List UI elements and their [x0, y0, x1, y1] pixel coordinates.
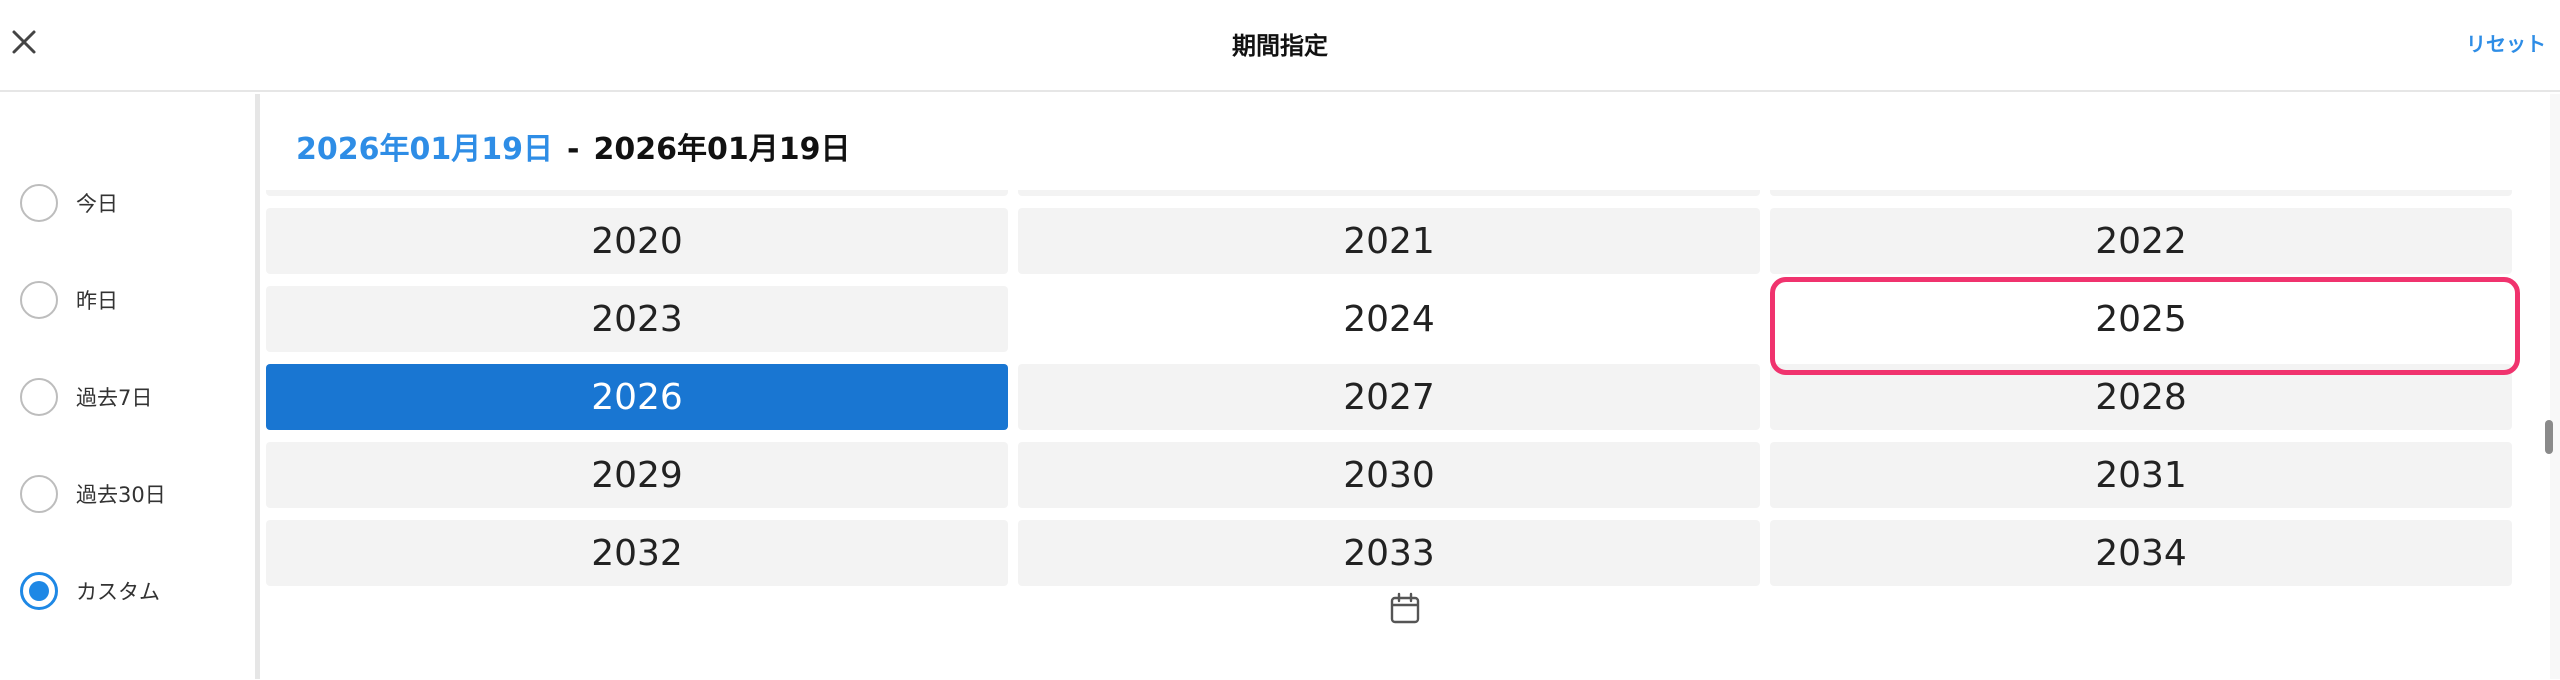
preset-label: 過去7日: [76, 386, 153, 410]
year-cell[interactable]: 2034: [1770, 520, 2512, 586]
page-title: 期間指定: [1232, 32, 1328, 60]
year-cell[interactable]: 2032: [266, 520, 1008, 586]
range-separator: -: [567, 132, 580, 167]
year-cell[interactable]: 2022: [1770, 208, 2512, 274]
year-cell[interactable]: 2029: [266, 442, 1008, 508]
preset-label: 今日: [76, 192, 118, 216]
preset-option-last-7-days[interactable]: 過去7日: [20, 375, 152, 419]
preset-sidebar: 今日 昨日 過去7日 過去30日 カスタム: [0, 94, 255, 679]
year-cell[interactable]: 2030: [1018, 442, 1760, 508]
radio-button[interactable]: [20, 378, 58, 416]
radio-button[interactable]: [20, 281, 58, 319]
scrollbar-track: [2550, 94, 2560, 679]
calendar-icon: [1390, 592, 1420, 624]
preset-label: 過去30日: [76, 483, 166, 507]
preset-label: 昨日: [76, 289, 118, 313]
calendar-toggle-button[interactable]: [1388, 592, 1422, 626]
year-cell[interactable]: 2031: [1770, 442, 2512, 508]
radio-button[interactable]: [20, 184, 58, 222]
preset-option-last-30-days[interactable]: 過去30日: [20, 472, 166, 516]
year-cell-partial: [1018, 190, 1760, 196]
date-range-display: 2026年01月19日 -2026年01月19日: [296, 124, 850, 168]
range-start-date[interactable]: 2026年01月19日: [296, 132, 553, 167]
range-end-date[interactable]: 2026年01月19日: [593, 132, 850, 167]
year-cell[interactable]: 2027: [1018, 364, 1760, 430]
year-cell-partial: [1770, 190, 2512, 196]
year-cell-partial: [266, 190, 1008, 196]
year-cell[interactable]: 2023: [266, 286, 1008, 352]
scrollbar-thumb[interactable]: [2545, 420, 2553, 454]
year-cell[interactable]: 2033: [1018, 520, 1760, 586]
year-cell[interactable]: 2021: [1018, 208, 1760, 274]
year-cell[interactable]: 2028: [1770, 364, 2512, 430]
year-cell-highlighted[interactable]: 2025: [1770, 286, 2512, 352]
year-cell-selected[interactable]: 2026: [266, 364, 1008, 430]
year-cell-current[interactable]: 2024: [1018, 286, 1760, 352]
preset-option-today[interactable]: 今日: [20, 181, 118, 225]
preset-option-custom[interactable]: カスタム: [20, 569, 160, 613]
header-bar: 期間指定 リセット: [0, 0, 2560, 92]
reset-button[interactable]: リセット: [2466, 28, 2546, 57]
year-cell[interactable]: 2020: [266, 208, 1008, 274]
radio-button-checked[interactable]: [20, 572, 58, 610]
radio-button[interactable]: [20, 475, 58, 513]
preset-option-yesterday[interactable]: 昨日: [20, 278, 118, 322]
preset-label: カスタム: [76, 580, 160, 604]
